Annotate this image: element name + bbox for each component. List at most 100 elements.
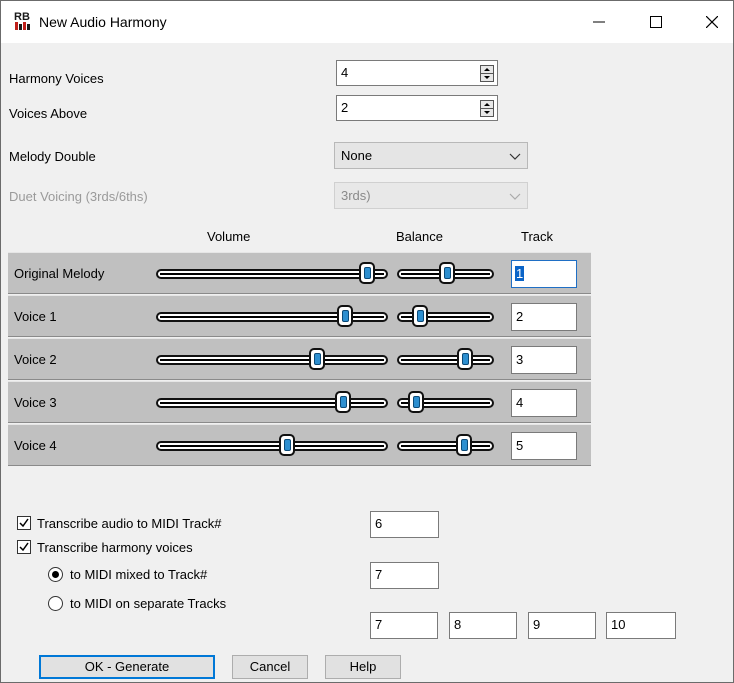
track-header: Track (521, 229, 554, 244)
harmony-voices-value: 4 (341, 65, 349, 80)
slider-thumb-grip (314, 353, 322, 365)
maximize-button[interactable] (633, 2, 679, 42)
chevron-down-icon (509, 193, 521, 200)
balance-slider-thumb[interactable] (456, 434, 473, 456)
svg-text:RB: RB (14, 11, 30, 23)
transcribe-audio-checkbox[interactable] (17, 516, 31, 530)
balance-slider-thumb[interactable] (456, 348, 473, 370)
slider-thumb-grip (413, 396, 421, 408)
slider-groove (160, 445, 384, 447)
track-number-input[interactable]: 5 (511, 432, 577, 460)
balance-slider-thumb[interactable] (439, 262, 456, 284)
volume-slider-track[interactable] (156, 269, 388, 279)
mixer-row: Voice 3 4 (8, 381, 591, 423)
balance-slider-track[interactable] (397, 441, 494, 451)
transcribe-audio-label: Transcribe audio to MIDI Track# (37, 516, 222, 531)
slider-thumb-grip (461, 353, 469, 365)
track-number-input[interactable]: 4 (511, 389, 577, 417)
ok-generate-button[interactable]: OK - Generate (39, 655, 215, 679)
slider-thumb-grip (461, 439, 469, 451)
dialog-body: Harmony Voices 4 Voices Above 2 Melody D… (1, 43, 733, 682)
midi-mixed-radio[interactable] (48, 567, 63, 582)
slider-thumb-grip (444, 267, 452, 279)
balance-slider-track[interactable] (397, 355, 494, 365)
mixer-row-label: Original Melody (14, 266, 105, 281)
mixer-row-label: Voice 4 (14, 438, 57, 453)
duet-voicing-select: 3rds) (334, 182, 528, 209)
checkmark-icon (19, 542, 29, 552)
separate-track-value: 7 (375, 617, 383, 632)
separate-track-input-2[interactable]: 8 (449, 612, 517, 639)
volume-slider-thumb[interactable] (337, 305, 354, 327)
harmony-voices-spinner[interactable]: 4 (336, 60, 498, 86)
mixer-row: Original Melody 1 (8, 252, 591, 294)
volume-slider-thumb[interactable] (279, 434, 296, 456)
chevron-down-icon (509, 153, 521, 160)
volume-slider-thumb[interactable] (309, 348, 326, 370)
volume-header: Volume (207, 229, 251, 244)
track-number-input[interactable]: 1 (511, 260, 577, 288)
slider-groove (160, 359, 384, 361)
slider-thumb-grip (284, 439, 292, 451)
mixer-row-label: Voice 3 (14, 395, 57, 410)
slider-thumb-grip (340, 396, 348, 408)
voices-above-label: Voices Above (9, 106, 88, 121)
track-number-value: 3 (516, 352, 524, 367)
transcribe-harmony-label: Transcribe harmony voices (37, 540, 193, 555)
volume-slider-track[interactable] (156, 398, 388, 408)
track-number-value: 2 (516, 309, 524, 324)
slider-groove (160, 273, 384, 275)
balance-slider-thumb[interactable] (408, 391, 425, 413)
close-button[interactable] (689, 2, 734, 42)
spin-updown-icon[interactable] (480, 100, 494, 117)
balance-slider-thumb[interactable] (411, 305, 428, 327)
minimize-icon (593, 21, 605, 23)
duet-voicing-label: Duet Voicing (3rds/6ths) (9, 189, 148, 204)
melody-double-select[interactable]: None (334, 142, 528, 169)
mixer-row: Voice 1 2 (8, 295, 591, 337)
track-number-input[interactable]: 2 (511, 303, 577, 331)
voices-above-value: 2 (341, 100, 349, 115)
slider-groove (401, 359, 490, 361)
midi-separate-label: to MIDI on separate Tracks (70, 596, 227, 611)
minimize-button[interactable] (576, 2, 622, 42)
volume-slider-track[interactable] (156, 441, 388, 451)
volume-slider-track[interactable] (156, 312, 388, 322)
transcribe-audio-track-value: 6 (375, 516, 383, 531)
separate-track-value: 9 (533, 617, 541, 632)
track-number-input[interactable]: 3 (511, 346, 577, 374)
harmony-voices-label: Harmony Voices (9, 71, 104, 86)
midi-mixed-label: to MIDI mixed to Track# (70, 567, 208, 582)
midi-separate-radio[interactable] (48, 596, 63, 611)
separate-track-input-3[interactable]: 9 (528, 612, 596, 639)
app-icon: RB (13, 9, 35, 33)
mixer-row: Voice 4 5 (8, 424, 591, 466)
close-icon (706, 16, 718, 28)
volume-slider-thumb[interactable] (335, 391, 352, 413)
window-title: New Audio Harmony (39, 14, 167, 30)
separate-track-value: 10 (611, 617, 626, 632)
separate-track-input-4[interactable]: 10 (606, 612, 676, 639)
maximize-icon (650, 16, 662, 28)
midi-mixed-track-value: 7 (375, 567, 383, 582)
mixer-row: Voice 2 3 (8, 338, 591, 380)
transcribe-audio-track-input[interactable]: 6 (370, 511, 439, 538)
radio-selected-dot (52, 571, 59, 578)
cancel-button[interactable]: Cancel (232, 655, 308, 679)
spin-updown-icon[interactable] (480, 65, 494, 82)
help-button[interactable]: Help (325, 655, 401, 679)
track-number-value: 5 (516, 438, 524, 453)
melody-double-value: None (341, 148, 373, 163)
voices-above-spinner[interactable]: 2 (336, 95, 498, 121)
checkmark-icon (19, 518, 29, 528)
midi-mixed-track-input[interactable]: 7 (370, 562, 439, 589)
volume-slider-thumb[interactable] (359, 262, 376, 284)
separate-track-input-1[interactable]: 7 (370, 612, 438, 639)
melody-double-label: Melody Double (9, 149, 96, 164)
slider-thumb-grip (342, 310, 350, 322)
transcribe-harmony-checkbox[interactable] (17, 540, 31, 554)
volume-slider-track[interactable] (156, 355, 388, 365)
mixer-row-label: Voice 1 (14, 309, 57, 324)
track-number-value: 4 (516, 395, 524, 410)
balance-header: Balance (396, 229, 443, 244)
